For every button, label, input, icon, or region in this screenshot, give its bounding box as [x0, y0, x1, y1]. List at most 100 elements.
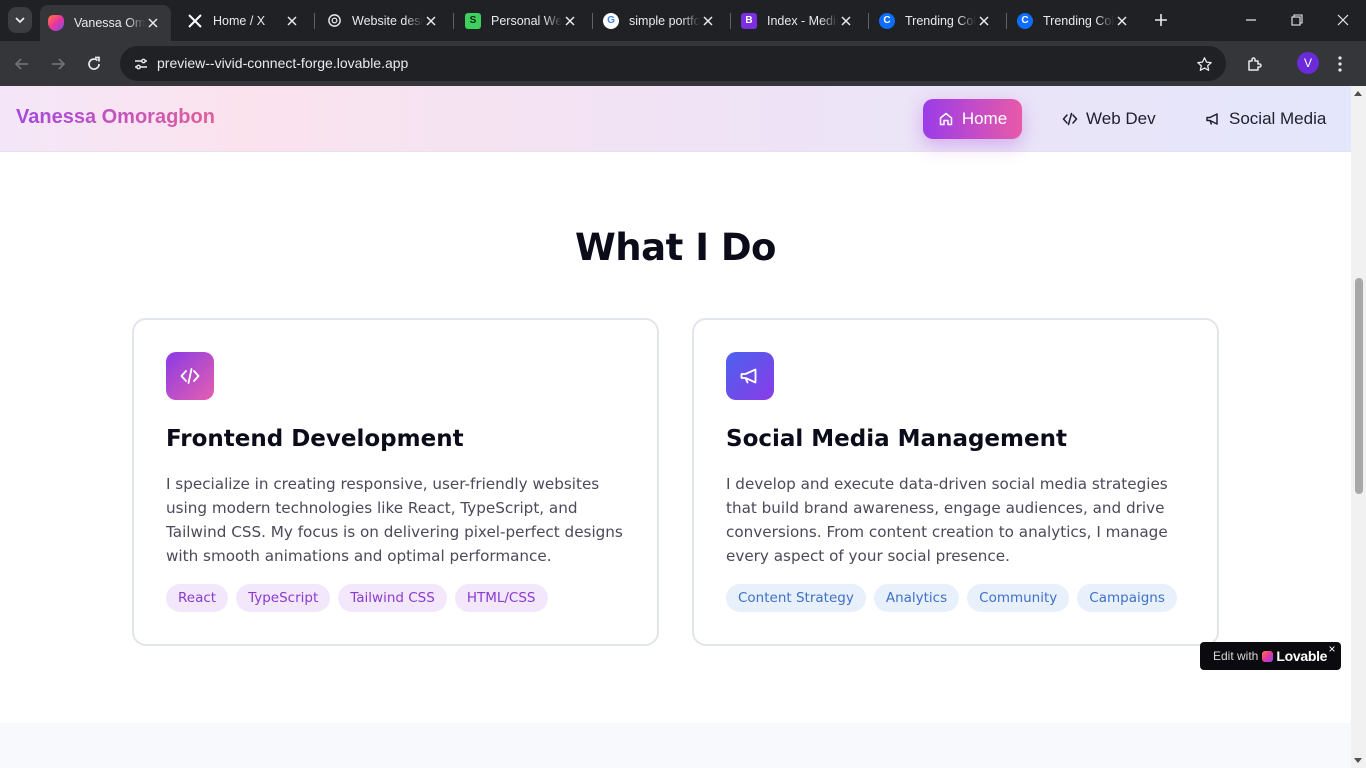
- tag-list: React TypeScript Tailwind CSS HTML/CSS: [166, 584, 548, 612]
- chatgpt-icon: [326, 13, 342, 29]
- page-scrollbar[interactable]: [1351, 86, 1366, 768]
- restore-window-button[interactable]: [1274, 0, 1320, 40]
- close-tab-icon[interactable]: [145, 15, 161, 31]
- section-title: What I Do: [575, 226, 776, 269]
- close-tab-icon[interactable]: [700, 13, 716, 29]
- google-icon: G: [603, 12, 619, 29]
- nav-home-label: Home: [961, 109, 1008, 128]
- nav-social-media-label: Social Media: [1229, 109, 1327, 128]
- tab-title: Trending Colors: [1043, 13, 1114, 28]
- extensions-button[interactable]: [1241, 50, 1269, 78]
- site-header: Vanessa Omoragbon Home Web Dev Social Me…: [0, 86, 1351, 152]
- chevron-down-icon: [15, 17, 25, 24]
- card-title: Frontend Development: [166, 426, 464, 452]
- tab-title: Website design: [352, 13, 423, 28]
- page-viewport: Vanessa Omoragbon Home Web Dev Social Me…: [0, 86, 1366, 768]
- tab-title: Home / X: [213, 13, 266, 28]
- more-vertical-icon: [1338, 56, 1342, 72]
- tab-title: Personal Website: [491, 13, 562, 28]
- nav-web-dev-label: Web Dev: [1086, 109, 1156, 128]
- puzzle-icon: [1248, 57, 1262, 71]
- tab-trending-colors-1[interactable]: C Trending Colors: [871, 6, 1002, 35]
- arrow-left-icon: [14, 58, 28, 70]
- tab-search-button[interactable]: [8, 7, 32, 33]
- coolors-icon: C: [1017, 12, 1033, 29]
- badge-brand-label: Lovable: [1276, 648, 1328, 664]
- browser-tab-bar: Vanessa Omoragbon Home / X Website desig…: [0, 0, 1366, 41]
- tag: Tailwind CSS: [338, 584, 447, 612]
- close-badge-button[interactable]: ×: [1326, 643, 1338, 656]
- site-settings-icon[interactable]: [128, 51, 154, 77]
- address-bar[interactable]: preview--vivid-connect-forge.lovable.app: [120, 46, 1226, 81]
- reload-button[interactable]: [80, 50, 108, 78]
- close-tab-icon[interactable]: [423, 13, 439, 29]
- close-tab-icon[interactable]: [1114, 13, 1130, 29]
- next-section-background: [0, 723, 1351, 768]
- nav-home[interactable]: Home: [923, 99, 1022, 139]
- card-description: I specialize in creating responsive, use…: [166, 475, 623, 565]
- reload-icon: [88, 56, 100, 70]
- bookmark-star-icon[interactable]: [1194, 54, 1214, 74]
- tab-simple-portfolio[interactable]: G simple portfolio: [595, 6, 726, 35]
- tab-title: Vanessa Omoragbon: [74, 16, 145, 30]
- home-icon: [938, 111, 954, 127]
- coolors-icon: C: [879, 12, 895, 29]
- tag: TypeScript: [236, 584, 331, 612]
- megaphone-icon: [726, 352, 774, 400]
- tag: Content Strategy: [726, 584, 866, 612]
- close-tab-icon[interactable]: [284, 13, 300, 29]
- green-app-icon: S: [465, 12, 481, 29]
- close-window-button[interactable]: [1320, 0, 1366, 40]
- tab-separator: [314, 13, 315, 29]
- tag: Analytics: [873, 584, 960, 612]
- tab-title: simple portfolio: [629, 13, 700, 28]
- tab-separator: [453, 13, 454, 29]
- close-tab-icon[interactable]: [838, 13, 854, 29]
- x-logo-icon: [187, 13, 203, 29]
- lovable-heart-icon: [48, 15, 64, 31]
- arrow-right-icon: [52, 58, 66, 70]
- tag-list: Content Strategy Analytics Community Cam…: [726, 584, 1177, 612]
- scrollbar-thumb[interactable]: [1355, 278, 1363, 494]
- tab-trending-colors-2[interactable]: C Trending Colors: [1009, 6, 1140, 35]
- brand-logo-text[interactable]: Vanessa Omoragbon: [16, 106, 215, 129]
- tab-title: Trending Colors: [905, 13, 976, 28]
- nav-social-media[interactable]: Social Media: [1205, 99, 1326, 139]
- scroll-down-arrow[interactable]: [1354, 758, 1362, 763]
- scroll-up-arrow[interactable]: [1354, 91, 1362, 96]
- tab-x-home[interactable]: Home / X: [179, 6, 310, 35]
- minimize-window-button[interactable]: [1228, 0, 1274, 40]
- tab-vanessa[interactable]: Vanessa Omoragbon: [40, 5, 171, 41]
- profile-avatar[interactable]: V: [1297, 52, 1319, 74]
- tab-index-medium[interactable]: B Index - Medium: [733, 6, 864, 35]
- tab-title: Index - Medium: [767, 13, 838, 28]
- browser-toolbar: preview--vivid-connect-forge.lovable.app: [0, 41, 1366, 86]
- nav-web-dev[interactable]: Web Dev: [1062, 99, 1156, 139]
- tab-website-design[interactable]: Website design: [318, 6, 449, 35]
- close-tab-icon[interactable]: [562, 13, 578, 29]
- tab-separator: [730, 13, 731, 29]
- code-icon: [1062, 111, 1078, 127]
- tab-personal-website[interactable]: S Personal Website: [457, 6, 588, 35]
- badge-edit-label: Edit with: [1213, 649, 1259, 663]
- tag: Community: [967, 584, 1070, 612]
- tab-separator: [1006, 13, 1007, 29]
- edit-with-lovable-badge[interactable]: Edit with Lovable: [1200, 642, 1341, 670]
- plus-icon: [1155, 14, 1167, 26]
- back-button[interactable]: [8, 50, 36, 78]
- close-tab-icon[interactable]: [976, 13, 992, 29]
- bootstrap-b-icon: B: [741, 12, 757, 29]
- service-card-social-media: Social Media Management I develop and ex…: [692, 318, 1219, 646]
- card-description: I develop and execute data-driven social…: [726, 475, 1168, 565]
- tag: Campaigns: [1077, 584, 1177, 612]
- forward-button[interactable]: [44, 50, 72, 78]
- tag: React: [166, 584, 229, 612]
- new-tab-button[interactable]: [1150, 9, 1172, 31]
- service-card-frontend: Frontend Development I specialize in cre…: [132, 318, 659, 646]
- card-title: Social Media Management: [726, 426, 1067, 452]
- browser-menu-button[interactable]: [1326, 50, 1354, 78]
- minimize-icon: [1246, 19, 1256, 21]
- tab-separator: [592, 13, 593, 29]
- lovable-heart-icon: [1262, 650, 1274, 662]
- code-icon: [166, 352, 214, 400]
